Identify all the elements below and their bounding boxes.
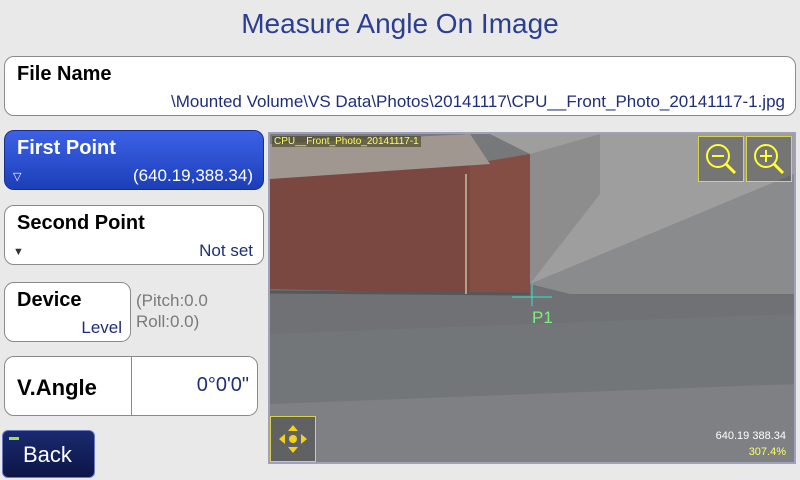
file-name-field[interactable]: File Name \Mounted Volume\VS Data\Photos… <box>4 56 796 116</box>
first-point-label: First Point <box>17 137 116 159</box>
zoom-out-button[interactable] <box>698 136 744 182</box>
first-point-value: (640.19,388.34) <box>132 166 253 185</box>
page-title: Measure Angle On Image <box>241 8 559 39</box>
zoom-out-icon <box>706 144 737 175</box>
zoom-in-button[interactable] <box>746 136 792 182</box>
back-label: Back <box>23 442 72 467</box>
divider <box>131 357 132 415</box>
file-path-value: \Mounted Volume\VS Data\Photos\20141117\… <box>170 92 785 111</box>
point-marker-label: P1 <box>532 308 553 327</box>
image-viewport[interactable]: CPU__Front_Photo_20141117-1 P1 640.19 38… <box>268 132 796 464</box>
device-label: Device <box>17 289 82 311</box>
device-value: Level <box>81 318 122 337</box>
second-point-value: Not set <box>199 241 253 260</box>
second-point-button[interactable]: Second Point ▼ Not set <box>4 205 264 265</box>
vertical-angle-label: V.Angle <box>17 375 97 400</box>
coordinate-readout: 640.19 388.34 <box>715 430 786 442</box>
back-button[interactable]: Back <box>2 430 95 478</box>
dropdown-arrow-icon: ▼ <box>13 246 24 258</box>
roll-text: Roll:0.0) <box>136 312 200 331</box>
pan-arrows-icon <box>279 425 307 453</box>
device-button[interactable]: Device Level <box>4 282 131 342</box>
second-point-label: Second Point <box>17 212 145 234</box>
pitch-text: (Pitch:0.0 <box>136 291 208 310</box>
vertical-angle-value: 0°0'0" <box>196 374 249 396</box>
dropdown-arrow-icon: ▽ <box>13 171 22 183</box>
zoom-in-icon <box>754 144 785 175</box>
pitch-roll-readout: (Pitch:0.0 Roll:0.0) <box>136 290 208 332</box>
pan-button[interactable] <box>270 416 316 462</box>
indicator-mark <box>9 437 19 440</box>
photo-scene <box>270 134 794 462</box>
zoom-level-readout: 307.4% <box>748 446 786 458</box>
vertical-angle-field: V.Angle 0°0'0" <box>4 356 258 416</box>
image-name-label: CPU__Front_Photo_20141117-1 <box>272 136 421 147</box>
file-name-label: File Name <box>17 63 112 85</box>
first-point-button[interactable]: First Point ▽ (640.19,388.34) <box>4 130 264 190</box>
